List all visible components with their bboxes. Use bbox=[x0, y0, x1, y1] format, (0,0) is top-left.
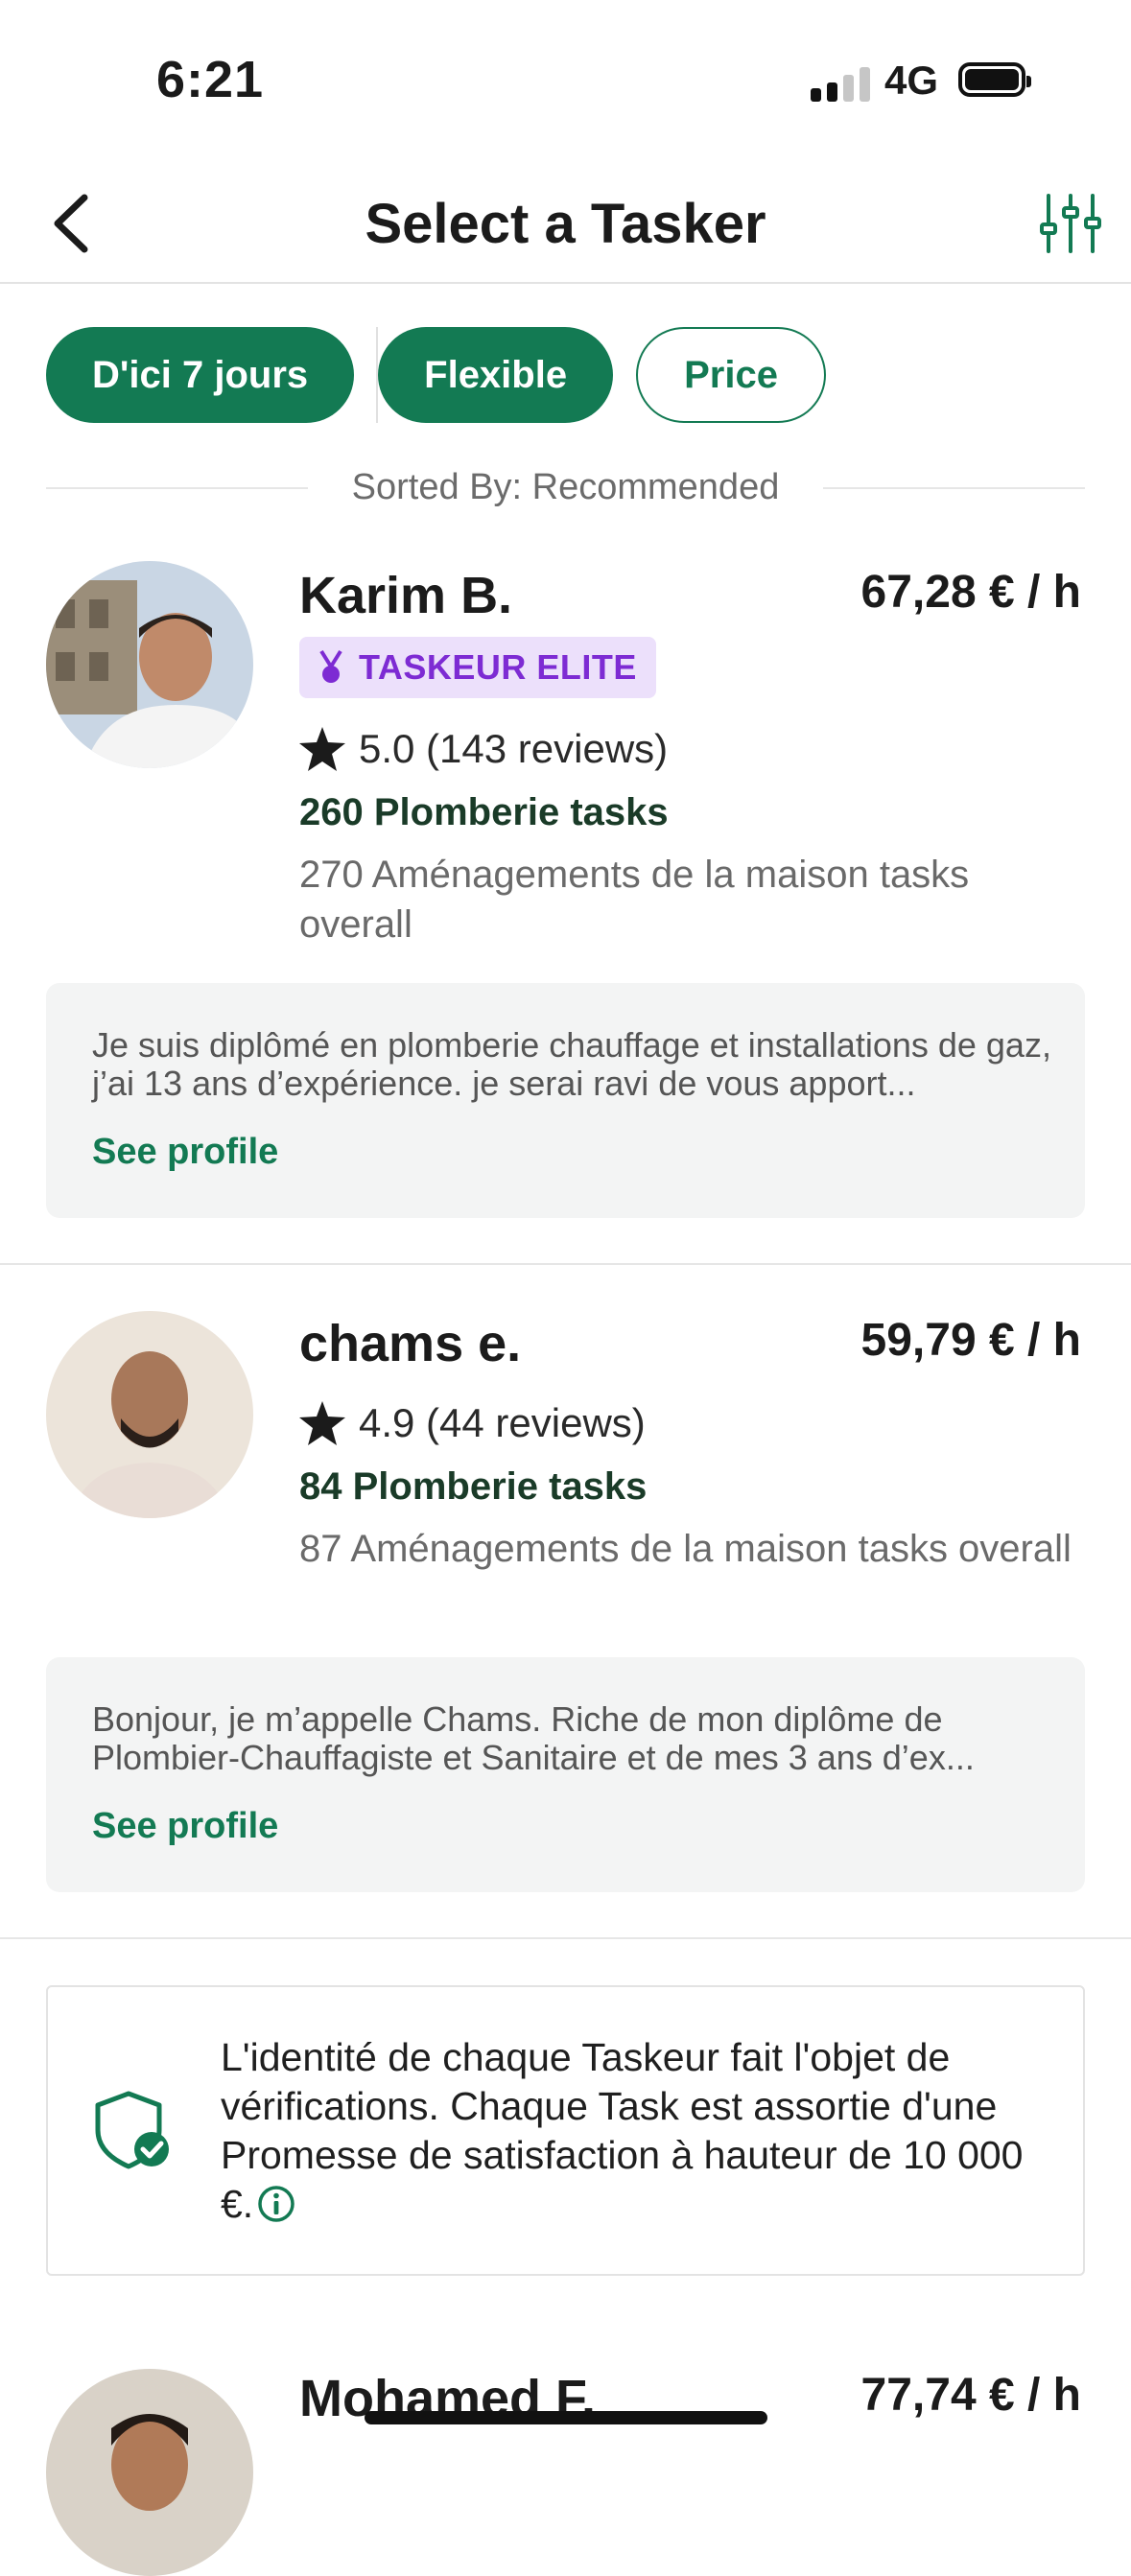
star-icon bbox=[299, 727, 345, 771]
overall-tasks: 270 Aménagements de la maison tasks over… bbox=[299, 854, 970, 946]
sort-label: Sorted By: Recommended bbox=[46, 467, 1086, 508]
divider bbox=[0, 1937, 1131, 1939]
filter-chips: D'ici 7 jours Flexible Price bbox=[46, 327, 826, 423]
bio-text: Bonjour, je m’appelle Chams. Riche de mo… bbox=[92, 1699, 975, 1777]
elite-badge: TASKEUR ELITE bbox=[299, 637, 656, 698]
bio-text: Je suis diplômé en plomberie chauffage e… bbox=[92, 1025, 1051, 1103]
star-icon bbox=[299, 1401, 345, 1445]
trust-text: L'identité de chaque Taskeur fait l'obje… bbox=[221, 2033, 1046, 2229]
category-tasks: 260 Plomberie tasks bbox=[299, 791, 669, 833]
page-title: Select a Tasker bbox=[365, 193, 766, 255]
divider bbox=[0, 1263, 1131, 1265]
avatar bbox=[46, 561, 253, 768]
filter-chip-price[interactable]: Price bbox=[636, 327, 826, 423]
sliders-icon bbox=[1040, 194, 1101, 253]
medal-icon bbox=[319, 649, 342, 683]
shield-check-icon bbox=[95, 2091, 169, 2169]
filter-chip-date[interactable]: D'ici 7 jours bbox=[46, 327, 355, 423]
divider bbox=[46, 486, 308, 489]
see-profile-link[interactable]: See profile bbox=[92, 1806, 278, 1847]
divider bbox=[823, 486, 1086, 489]
tasker-rating: 4.9 (44 reviews) bbox=[299, 1400, 646, 1446]
filter-chip-flexible[interactable]: Flexible bbox=[378, 327, 614, 423]
badge-label: TASKEUR ELITE bbox=[359, 647, 637, 687]
status-bar: 6:21 4G bbox=[0, 0, 1131, 163]
tasker-bio: Je suis diplômé en plomberie chauffage e… bbox=[46, 983, 1085, 1218]
tasker-bio: Bonjour, je m’appelle Chams. Riche de mo… bbox=[46, 1657, 1085, 1892]
see-profile-link[interactable]: See profile bbox=[92, 1132, 278, 1173]
cellular-signal-icon bbox=[811, 63, 870, 102]
tasker-name: Karim B. bbox=[299, 567, 513, 624]
battery-icon bbox=[958, 62, 1031, 97]
tasker-price: 67,28 € / h bbox=[860, 567, 1081, 618]
sort-text[interactable]: Sorted By: Recommended bbox=[308, 467, 824, 508]
info-icon[interactable] bbox=[257, 2185, 295, 2223]
tasker-price: 77,74 € / h bbox=[860, 2370, 1081, 2421]
home-indicator[interactable] bbox=[365, 2411, 767, 2424]
status-time: 6:21 bbox=[156, 51, 265, 108]
network-type: 4G bbox=[884, 58, 939, 103]
filter-settings-button[interactable] bbox=[1039, 192, 1102, 255]
avatar bbox=[46, 1311, 253, 1518]
overall-tasks: 87 Aménagements de la maison tasks overa… bbox=[299, 1528, 1072, 1570]
avatar bbox=[46, 2369, 253, 2576]
trust-notice: L'identité de chaque Taskeur fait l'obje… bbox=[46, 1985, 1085, 2276]
tasker-price: 59,79 € / h bbox=[860, 1315, 1081, 1366]
tasker-name: chams e. bbox=[299, 1315, 522, 1372]
nav-header: Select a Tasker bbox=[0, 163, 1131, 284]
tasker-rating: 5.0 (143 reviews) bbox=[299, 726, 668, 772]
rating-text: 4.9 (44 reviews) bbox=[359, 1400, 646, 1445]
category-tasks: 84 Plomberie tasks bbox=[299, 1465, 648, 1508]
rating-text: 5.0 (143 reviews) bbox=[359, 726, 669, 771]
trust-message: L'identité de chaque Taskeur fait l'obje… bbox=[221, 2035, 1024, 2226]
